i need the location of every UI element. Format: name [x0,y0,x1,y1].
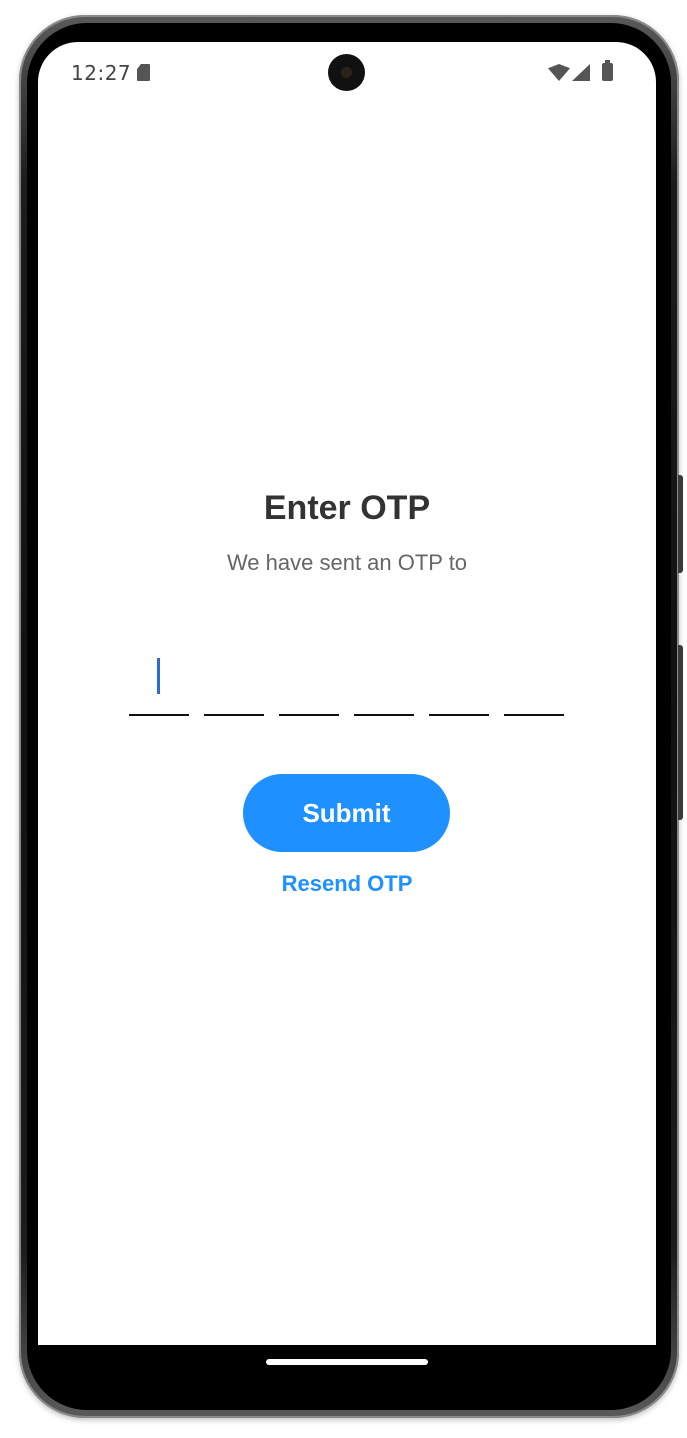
otp-sent-message: We have sent an OTP to [226,550,468,575]
status-bar: 12:27 [38,42,656,104]
page-title: Enter OTP [263,489,431,527]
signal-icon [572,64,590,81]
battery-icon [602,60,613,81]
sd-card-icon [137,64,150,81]
power-button [678,475,683,573]
otp-input-group [129,644,565,716]
resend-otp-link[interactable]: Resend OTP [38,871,656,897]
app-screen: 12:27 Enter OTP We have sent an OTP to S… [38,42,656,1345]
otp-digit-4-input[interactable] [354,644,414,716]
submit-button[interactable]: Submit [243,774,450,852]
otp-digit-5-input[interactable] [429,644,489,716]
status-time: 12:27 [71,61,132,85]
home-indicator[interactable] [266,1359,428,1365]
otp-digit-2-input[interactable] [204,644,264,716]
otp-digit-3-input[interactable] [279,644,339,716]
wifi-icon [548,64,570,81]
front-camera-icon [328,54,365,91]
navigation-bar [38,1345,656,1383]
otp-digit-1-input[interactable] [129,644,189,716]
text-cursor [157,658,160,694]
otp-digit-6-input[interactable] [504,644,564,716]
volume-button [678,645,683,820]
